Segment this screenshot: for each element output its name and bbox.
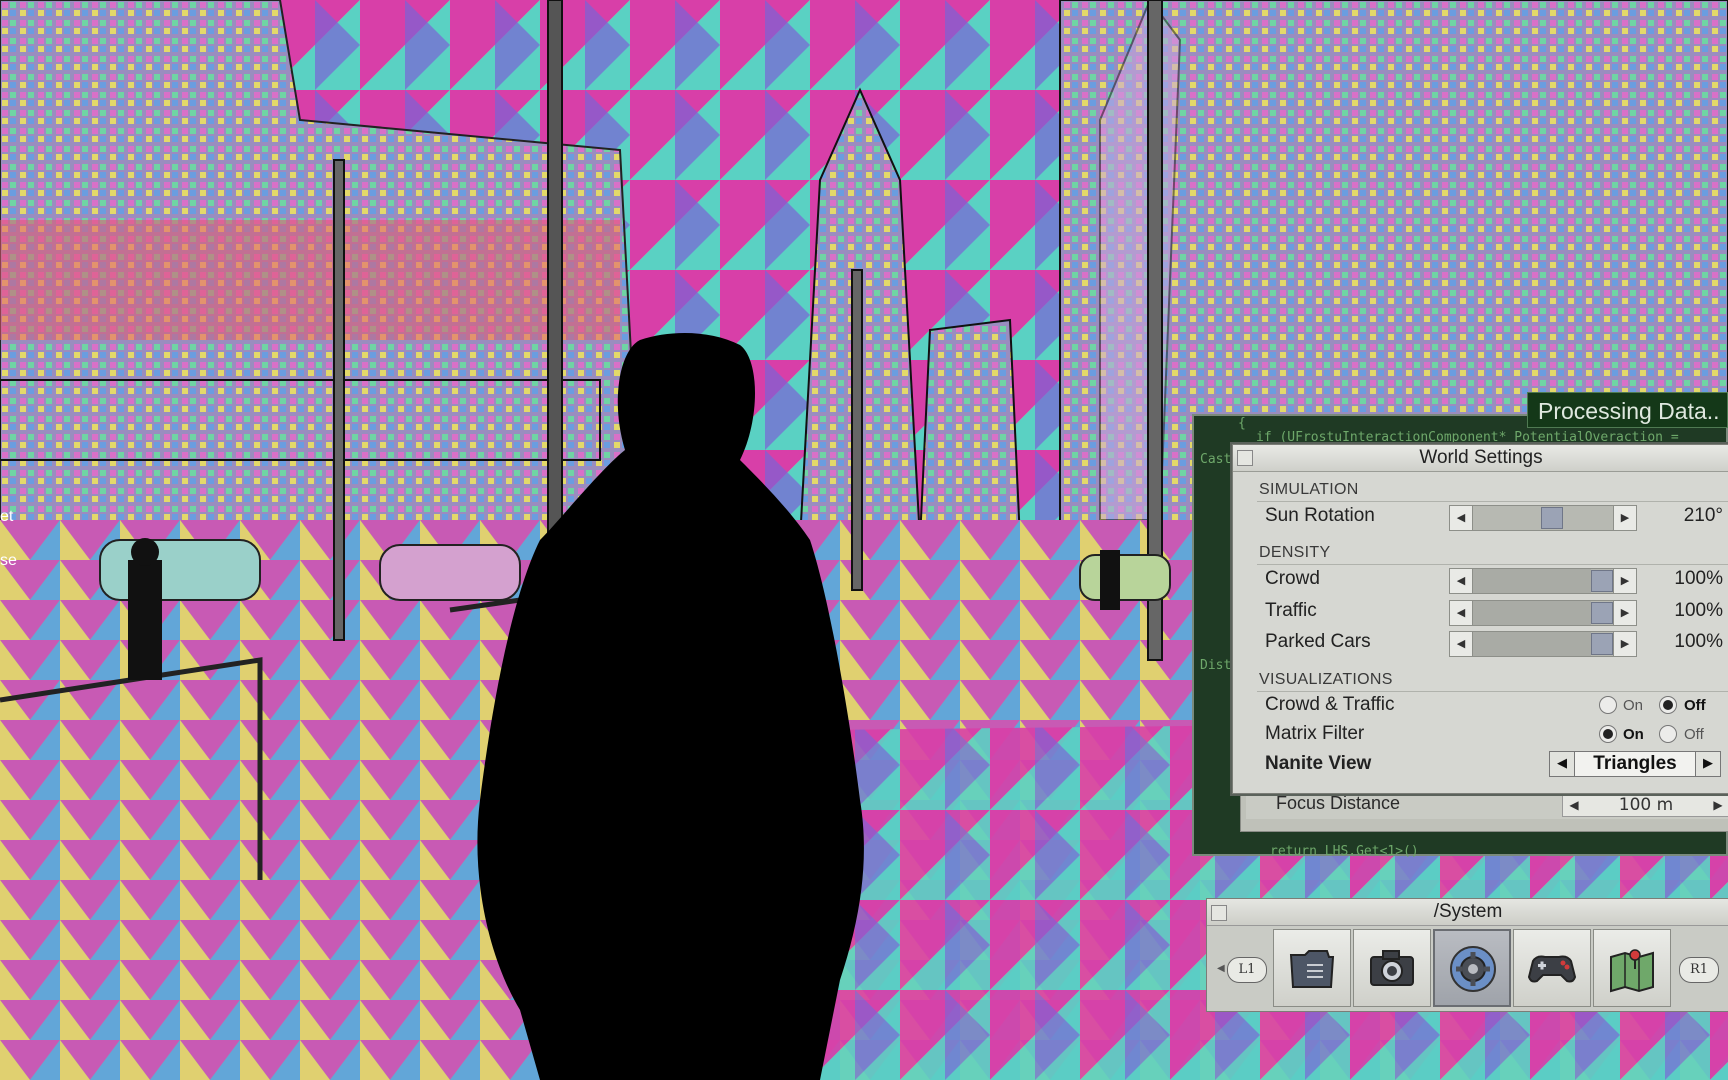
slider-fill — [1473, 569, 1591, 593]
gamepad-button[interactable] — [1513, 929, 1591, 1007]
system-panel: /System ◀ L1 R1 — [1206, 898, 1728, 1012]
sun-rotation-slider[interactable]: ◀ ▶ — [1449, 505, 1637, 531]
matrix-filter-on-radio[interactable] — [1599, 725, 1617, 743]
left-arrow-icon[interactable]: ◀ — [1450, 601, 1473, 625]
slider-thumb[interactable] — [1541, 507, 1563, 529]
crowd-slider[interactable]: ◀ ▶ — [1449, 568, 1637, 594]
matrix-filter-off-label: Off — [1684, 726, 1704, 743]
section-visualizations: VISUALIZATIONS — [1259, 671, 1393, 688]
crowd-traffic-on-label: On — [1623, 697, 1644, 714]
right-arrow-icon[interactable]: ▶ — [1695, 752, 1720, 776]
left-arrow-icon[interactable]: ◀ — [1450, 569, 1473, 593]
slider-fill — [1473, 601, 1591, 625]
system-titlebar[interactable]: /System — [1207, 899, 1728, 926]
l1-bumper[interactable]: L1 — [1227, 957, 1267, 983]
parked-cars-slider[interactable]: ◀ ▶ — [1449, 631, 1637, 657]
divider — [1257, 691, 1728, 692]
crowd-traffic-on-radio[interactable] — [1599, 696, 1617, 714]
traffic-slider[interactable]: ◀ ▶ — [1449, 600, 1637, 626]
crowd-value: 100% — [1674, 568, 1723, 589]
slider-fill — [1473, 632, 1591, 656]
code-line: { — [1238, 416, 1246, 431]
traffic-label: Traffic — [1265, 600, 1317, 621]
left-arrow-icon[interactable]: ◀ — [1450, 506, 1473, 530]
right-arrow-icon[interactable]: ▶ — [1613, 632, 1636, 656]
parked-cars-label: Parked Cars — [1265, 631, 1371, 652]
left-arrow-icon[interactable]: ◀ — [1550, 752, 1575, 776]
camera-button[interactable] — [1353, 929, 1431, 1007]
r1-bumper[interactable]: R1 — [1679, 957, 1719, 983]
settings-button[interactable] — [1433, 929, 1511, 1007]
matrix-filter-off-radio[interactable] — [1659, 725, 1677, 743]
crowd-traffic-off-label: Off — [1684, 697, 1706, 714]
parked-cars-value: 100% — [1674, 631, 1723, 652]
code-line: Cast — [1200, 452, 1232, 467]
world-settings-titlebar[interactable]: World Settings — [1233, 445, 1728, 472]
system-title: /System — [1433, 901, 1503, 922]
world-settings-panel: World Settings SIMULATION Sun Rotation ◀… — [1232, 444, 1728, 794]
focus-distance-control[interactable]: ◀ 100 m ▶ — [1562, 793, 1728, 817]
matrix-filter-label: Matrix Filter — [1265, 723, 1365, 744]
left-arrow-icon[interactable]: ◀ — [1450, 632, 1473, 656]
slider-thumb[interactable] — [1591, 602, 1613, 624]
code-line: if (UFrostuInteractionComponent* Potenti… — [1256, 430, 1679, 445]
divider — [1257, 501, 1728, 502]
divider — [1257, 564, 1728, 565]
left-edge-text-2: se — [0, 552, 17, 569]
crowd-traffic-off-radio[interactable] — [1659, 696, 1677, 714]
gamepad-icon — [1527, 955, 1577, 983]
files-button[interactable] — [1273, 929, 1351, 1007]
sun-rotation-label: Sun Rotation — [1265, 505, 1375, 526]
traffic-value: 100% — [1674, 600, 1723, 621]
code-line: return LHS.Get<1>() — [1270, 844, 1419, 859]
matrix-filter-on-label: On — [1623, 726, 1644, 743]
right-arrow-icon[interactable]: ▶ — [1707, 794, 1728, 816]
slider-thumb[interactable] — [1591, 633, 1613, 655]
focus-distance-value: 100 m — [1618, 795, 1674, 815]
map-button[interactable] — [1593, 929, 1671, 1007]
sun-rotation-value: 210° — [1683, 505, 1723, 526]
crowd-label: Crowd — [1265, 568, 1320, 589]
right-arrow-icon[interactable]: ▶ — [1613, 569, 1636, 593]
processing-status: Processing Data.. — [1527, 392, 1728, 428]
nanite-view-label: Nanite View — [1265, 753, 1372, 774]
map-icon — [1610, 949, 1654, 993]
slider-thumb[interactable] — [1591, 570, 1613, 592]
right-arrow-icon[interactable]: ▶ — [1613, 506, 1636, 530]
crowd-traffic-label: Crowd & Traffic — [1265, 694, 1395, 715]
folder-icon — [1289, 950, 1335, 988]
focus-distance-label: Focus Distance — [1276, 793, 1401, 813]
gear-icon — [1450, 946, 1496, 992]
section-density: DENSITY — [1259, 544, 1331, 561]
section-simulation: SIMULATION — [1259, 481, 1359, 498]
left-edge-text-1: et — [0, 508, 14, 525]
world-settings-title: World Settings — [1419, 447, 1543, 468]
right-arrow-icon[interactable]: ▶ — [1613, 601, 1636, 625]
left-arrow-icon[interactable]: ◀ — [1563, 794, 1585, 816]
nanite-view-value: Triangles — [1593, 753, 1677, 774]
camera-icon — [1370, 950, 1414, 986]
left-arrow-icon: ◀ — [1217, 963, 1225, 974]
nanite-view-selector[interactable]: ◀ Triangles ▶ — [1549, 751, 1721, 777]
